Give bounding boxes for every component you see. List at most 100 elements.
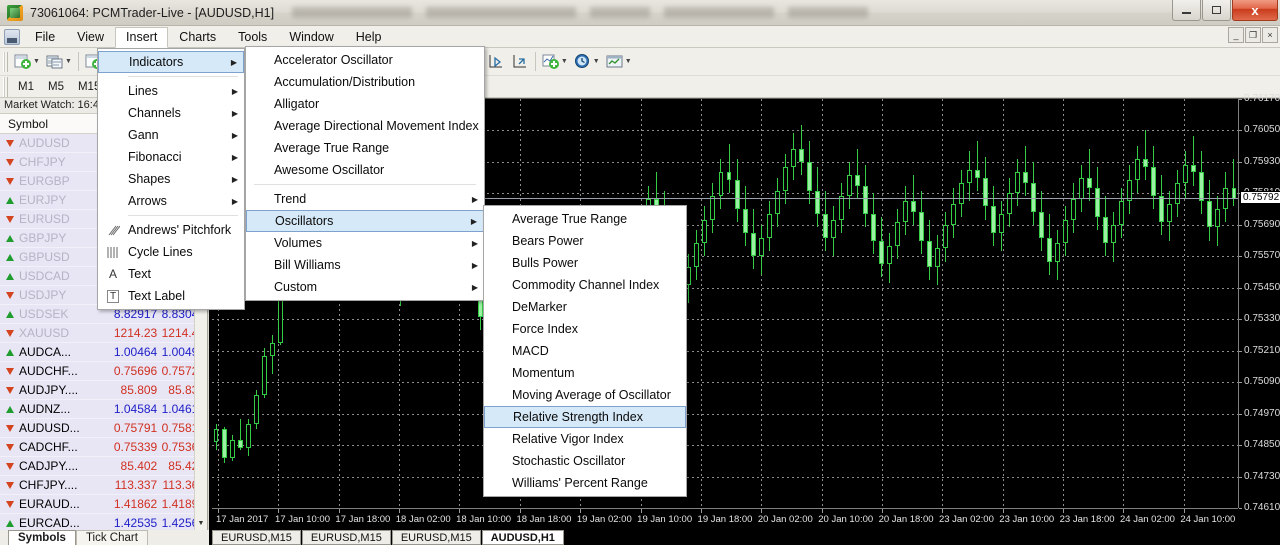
menu-item-label: Volumes <box>274 236 322 250</box>
market-watch-row[interactable]: CADJPY.... 85.402 85.426 <box>0 457 207 476</box>
market-watch-row[interactable]: AUDNZ... 1.04584 1.04618 <box>0 400 207 419</box>
candlestick <box>1055 230 1061 280</box>
menu-item-text[interactable]: A Text <box>98 263 244 285</box>
menu-item-stochastic-oscillator[interactable]: Stochastic Oscillator <box>484 450 686 472</box>
indicators-icon[interactable] <box>539 50 563 73</box>
candlestick <box>942 211 948 262</box>
menu-item-cycle-lines[interactable]: Cycle Lines <box>98 241 244 263</box>
timeframes-grip[interactable] <box>3 76 8 97</box>
new-order-icon[interactable] <box>11 50 35 73</box>
scroll-down-icon[interactable]: ▼ <box>195 517 207 530</box>
chart-tab[interactable]: EURUSD,M15 <box>391 530 481 545</box>
time-tick-label: 19 Jan 18:00 <box>697 514 753 525</box>
menu-item-bears-power[interactable]: Bears Power <box>484 230 686 252</box>
menu-item-trend[interactable]: Trend ▶ <box>246 188 484 210</box>
menu-tools[interactable]: Tools <box>227 26 278 48</box>
toolbar-grip[interactable] <box>3 51 8 72</box>
menu-item-average-true-range[interactable]: Average True Range <box>484 208 686 230</box>
tab-tick-chart[interactable]: Tick Chart <box>75 530 148 545</box>
menu-item-volumes[interactable]: Volumes ▶ <box>246 232 484 254</box>
menu-item-macd[interactable]: MACD <box>484 340 686 362</box>
menu-item-andrews-pitchfork[interactable]: Andrews' Pitchfork <box>98 219 244 241</box>
timeframe-m5[interactable]: M5 <box>41 79 71 95</box>
minimize-button[interactable] <box>1172 0 1201 21</box>
menu-item-moving-average-of-oscillator[interactable]: Moving Average of Oscillator <box>484 384 686 406</box>
menu-item-fibonacci[interactable]: Fibonacci ▶ <box>98 146 244 168</box>
menu-item-relative-strength-index[interactable]: Relative Strength Index <box>484 406 686 428</box>
menu-item-commodity-channel-index[interactable]: Commodity Channel Index <box>484 274 686 296</box>
market-watch-row[interactable]: AUDJPY.... 85.809 85.835 <box>0 381 207 400</box>
time-axis[interactable]: 17 Jan 2017 17 Jan 10:00 17 Jan 18:00 18 Ja… <box>212 508 1238 530</box>
market-watch-row[interactable]: CADCHF... 0.75339 0.75364 <box>0 438 207 457</box>
menu-item-alligator[interactable]: Alligator <box>246 93 484 115</box>
menu-item-demarker[interactable]: DeMarker <box>484 296 686 318</box>
chart-tab[interactable]: EURUSD,M15 <box>301 530 391 545</box>
menu-item-accumulation-distribution[interactable]: Accumulation/Distribution <box>246 71 484 93</box>
mdi-close-button[interactable]: × <box>1262 27 1278 43</box>
menu-window[interactable]: Window <box>278 26 344 48</box>
menu-item-shapes[interactable]: Shapes ▶ <box>98 168 244 190</box>
chart-tab[interactable]: AUDUSD,H1 <box>481 530 564 545</box>
timeframe-m1[interactable]: M1 <box>11 79 41 95</box>
menu-charts[interactable]: Charts <box>168 26 227 48</box>
menu-item-bill-williams[interactable]: Bill Williams ▶ <box>246 254 484 276</box>
chart-tab-bar[interactable]: EURUSD,M15 EURUSD,M15 EURUSD,M15 AUDUSD,H1 <box>209 530 1280 545</box>
time-tick <box>700 509 702 513</box>
chart-shift-end-icon[interactable] <box>508 50 532 73</box>
market-watch-row[interactable]: AUDUSD... 0.75791 0.75813 <box>0 419 207 438</box>
menu-item-gann[interactable]: Gann ▶ <box>98 124 244 146</box>
menu-item-momentum[interactable]: Momentum <box>484 362 686 384</box>
clock-icon[interactable] <box>571 50 595 73</box>
menu-item-indicators[interactable]: Indicators ▶ <box>98 51 244 73</box>
menu-item-lines[interactable]: Lines ▶ <box>98 80 244 102</box>
menu-item-oscillators[interactable]: Oscillators ▶ <box>246 210 484 232</box>
new-chart-icon[interactable] <box>43 50 67 73</box>
menu-insert[interactable]: Insert <box>115 26 169 48</box>
market-watch-row[interactable]: AUDCA... 1.00464 1.00492 <box>0 343 207 362</box>
price-axis[interactable]: 0.761700.760500.759300.758100.756900.755… <box>1238 93 1280 513</box>
candlestick <box>822 190 828 252</box>
oscillators-submenu-panel[interactable]: Average True Range Bears Power Bulls Power… <box>483 205 687 497</box>
menu-item-average-directional-movement-index[interactable]: Average Directional Movement Index <box>246 115 484 137</box>
menu-view[interactable]: View <box>66 26 115 48</box>
time-tick-label: 17 Jan 2017 <box>216 514 269 525</box>
menu-item-accelerator-oscillator[interactable]: Accelerator Oscillator <box>246 49 484 71</box>
menu-item-arrows[interactable]: Arrows ▶ <box>98 190 244 212</box>
templates-icon[interactable] <box>603 50 627 73</box>
symbol-label: AUDCHF... <box>19 364 78 378</box>
grid-line-vertical <box>1063 99 1064 508</box>
time-tick-label: 17 Jan 10:00 <box>275 514 330 525</box>
menu-item-bulls-power[interactable]: Bulls Power <box>484 252 686 274</box>
mdi-restore-button[interactable]: ❐ <box>1245 27 1261 43</box>
tab-symbols[interactable]: Symbols <box>8 530 76 545</box>
menu-item-force-index[interactable]: Force Index <box>484 318 686 340</box>
market-watch-row[interactable]: AUDCHF... 0.75696 0.75724 <box>0 362 207 381</box>
symbol-label: EURUSD <box>19 212 70 226</box>
market-watch-row[interactable]: XAUUSD 1214.23 1214.43 <box>0 324 207 343</box>
menu-item-custom[interactable]: Custom ▶ <box>246 276 484 298</box>
menu-item-average-true-range[interactable]: Average True Range <box>246 137 484 159</box>
close-button[interactable]: x <box>1232 0 1278 21</box>
window-title: 73061064: PCMTrader-Live - [AUDUSD,H1] <box>30 5 275 20</box>
submenu-arrow-icon: ▶ <box>471 238 478 248</box>
candlestick <box>854 148 860 199</box>
column-header-symbol[interactable]: Symbol <box>0 117 106 131</box>
mdi-minimize-button[interactable]: _ <box>1228 27 1244 43</box>
maximize-button[interactable] <box>1202 0 1231 21</box>
market-watch-row[interactable]: CHFJPY.... 113.337 113.368 <box>0 476 207 495</box>
menu-file[interactable]: File <box>24 26 66 48</box>
market-watch-row[interactable]: EURAUD... 1.41862 1.41892 <box>0 495 207 514</box>
candlestick <box>878 216 884 278</box>
price-tick-label: 0.74610 <box>1244 502 1280 513</box>
insert-menu-panel[interactable]: Indicators ▶ Lines ▶ Channels ▶ Gann ▶ Fibonacci… <box>97 48 245 310</box>
menu-item-channels[interactable]: Channels ▶ <box>98 102 244 124</box>
menu-item-text-label[interactable]: T Text Label <box>98 285 244 307</box>
menu-help[interactable]: Help <box>345 26 393 48</box>
market-watch-row[interactable]: EURCAD... 1.42535 1.42560 <box>0 514 207 530</box>
indicators-submenu-panel[interactable]: Accelerator Oscillator Accumulation/Distr… <box>245 46 485 301</box>
auto-scroll-icon[interactable] <box>484 50 508 73</box>
menu-item-relative-vigor-index[interactable]: Relative Vigor Index <box>484 428 686 450</box>
menu-item-awesome-oscillator[interactable]: Awesome Oscillator <box>246 159 484 181</box>
menu-item-williams-percent-range[interactable]: Williams' Percent Range <box>484 472 686 494</box>
chart-tab[interactable]: EURUSD,M15 <box>212 530 301 545</box>
